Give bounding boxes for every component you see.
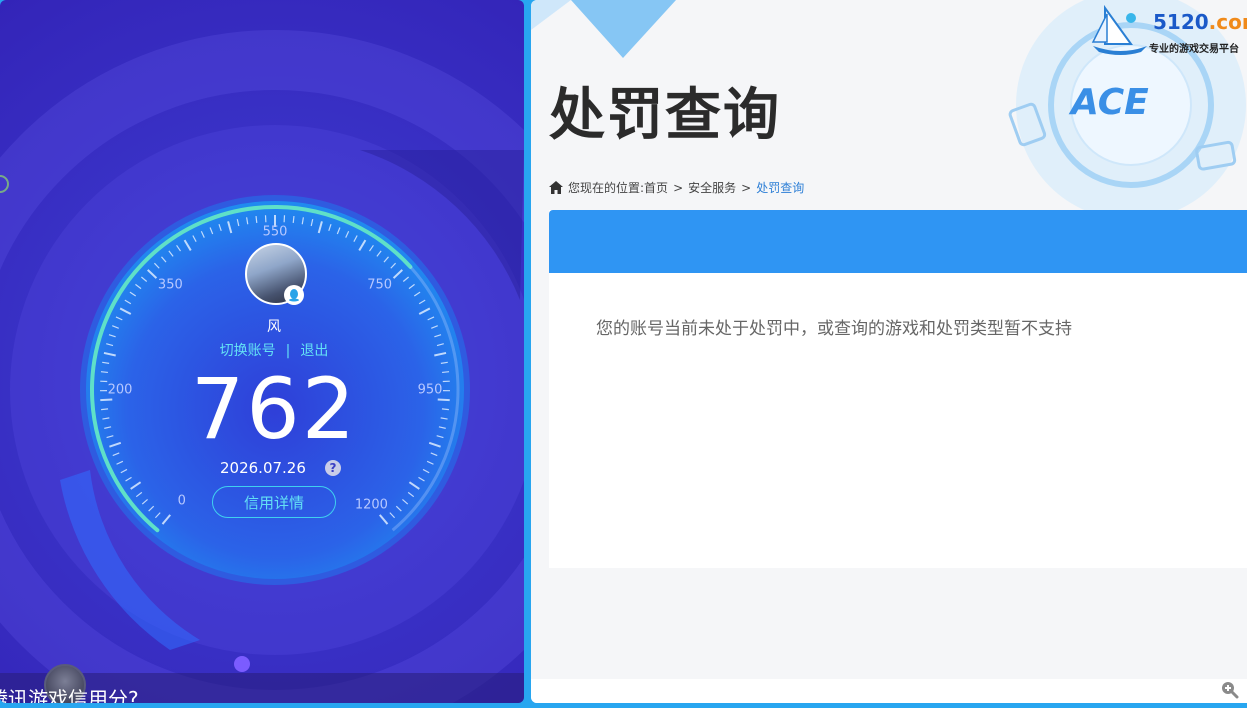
breadcrumb: 您现在的位置: 首页 > 安全服务 > 处罚查询: [549, 179, 804, 196]
credit-score-value: 762: [190, 360, 358, 458]
sailboat-icon: [1091, 4, 1147, 55]
breadcrumb-current[interactable]: 处罚查询: [756, 179, 804, 196]
score-date: 2026.07.26: [220, 459, 306, 477]
gauge-label: 350: [157, 277, 183, 293]
gauge-tick: [292, 215, 295, 224]
qq-icon: [284, 285, 304, 305]
gauge-label: 750: [367, 277, 393, 293]
result-card: 您的账号当前未处于处罚中，或查询的游戏和处罚类型暂不支持: [549, 210, 1247, 568]
gauge-label: 1200: [354, 497, 388, 513]
logo-tagline: 专业的游戏交易平台: [1149, 44, 1239, 55]
breadcrumb-prefix: 您现在的位置:: [568, 181, 645, 195]
logo-domain: 5120.com: [1153, 10, 1247, 34]
result-card-header: [549, 210, 1247, 273]
footer-strip: [531, 679, 1247, 703]
zoom-in-icon[interactable]: [1221, 681, 1239, 699]
logout-link[interactable]: 退出: [300, 343, 328, 359]
account-links: 切换账号 | 退出: [0, 340, 524, 360]
gauge-tick: [255, 215, 258, 224]
bottom-banner-text[interactable]: 腾讯游戏信用分?: [0, 683, 139, 703]
site-logo[interactable]: 5120.com 专业的游戏交易平台: [1091, 4, 1247, 56]
breadcrumb-security-service[interactable]: 安全服务: [688, 179, 736, 196]
ace-logo: ACE: [1071, 82, 1149, 123]
carousel-dot[interactable]: [234, 656, 250, 672]
credit-score-panel: 0 200 350 550 750 950 1200 风 切换账号 | 退出 762 2026.…: [0, 0, 524, 703]
separator: |: [285, 343, 291, 359]
credit-detail-button[interactable]: 信用详情: [212, 486, 336, 518]
result-message: 您的账号当前未处于处罚中，或查询的游戏和处罚类型暂不支持: [596, 319, 1072, 339]
gauge-label: 0: [177, 493, 186, 509]
gauge-label: 550: [262, 224, 288, 240]
username: 风: [267, 319, 281, 335]
switch-account-link[interactable]: 切换账号: [220, 343, 276, 359]
help-icon[interactable]: ?: [325, 460, 341, 476]
page-title: 处罚查询: [549, 83, 781, 148]
breadcrumb-separator: >: [741, 180, 752, 195]
breadcrumb-home[interactable]: 首页: [644, 179, 668, 196]
breadcrumb-separator: >: [673, 180, 684, 195]
home-icon: [549, 181, 563, 194]
penalty-query-panel: ACE 5120.com 专业的游戏交易平台 处罚查询 您现在的位置: 首页 >…: [531, 0, 1247, 703]
